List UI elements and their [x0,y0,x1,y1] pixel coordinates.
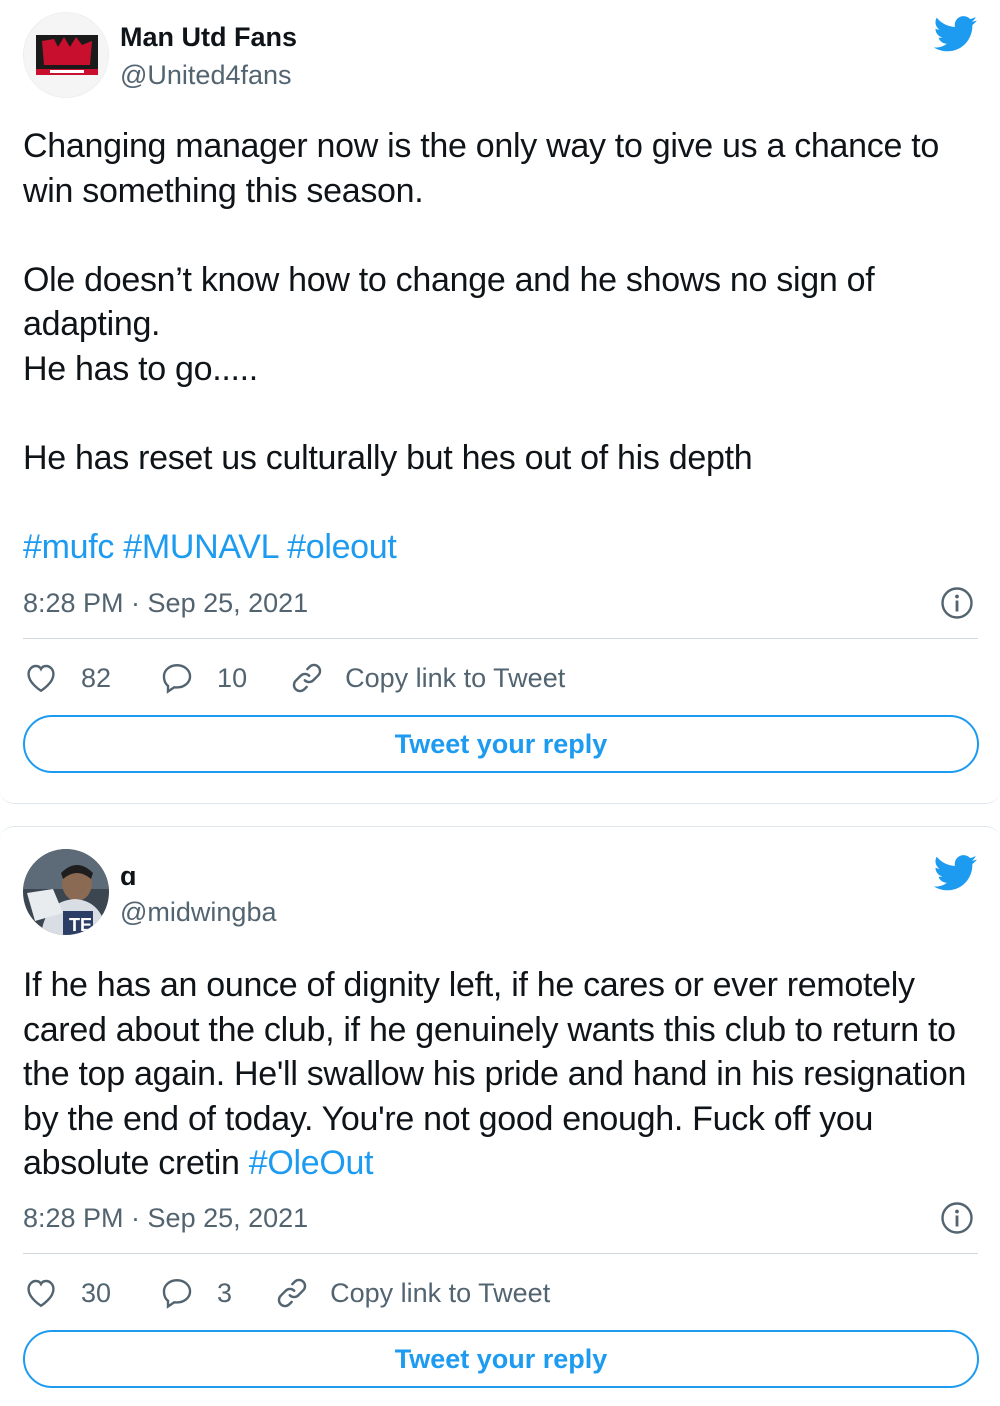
author-name[interactable]: Man Utd Fans [120,22,297,53]
heart-icon [27,1279,55,1308]
divider [23,1253,978,1254]
action-bar: 82 10 Copy link to Tweet [23,658,565,698]
copy-link-button[interactable]: Copy link to Tweet [274,1275,550,1311]
like-count: 30 [81,1277,112,1308]
tweet-body: If he has an ounce of dignity left, if h… [23,966,967,1182]
tweet-text: Changing manager now is the only way to … [23,124,978,569]
reply-count-button[interactable]: 10 [159,660,247,696]
speech-bubble-icon [162,664,192,694]
link-icon [277,1278,307,1308]
like-count: 82 [81,662,112,693]
info-icon[interactable] [940,586,974,620]
hashtag-link[interactable]: #OleOut [249,1144,374,1182]
avatar[interactable]: TE [23,849,109,935]
reply-count-button[interactable]: 3 [159,1275,232,1311]
copy-link-label: Copy link to Tweet [330,1277,551,1308]
author-handle[interactable]: @United4fans [120,60,292,91]
copy-link-label: Copy link to Tweet [345,662,566,693]
tweet-your-reply-button[interactable]: Tweet your reply [23,1330,979,1388]
reply-count: 10 [217,662,248,693]
tweet-body: Changing manager now is the only way to … [23,127,939,477]
tweet-text: If he has an ounce of dignity left, if h… [23,963,978,1186]
timestamp[interactable]: 8:28 PM · Sep 25, 2021 [23,1203,308,1234]
like-button[interactable]: 82 [23,660,111,696]
like-button[interactable]: 30 [23,1275,111,1311]
tweet-card: Man Utd Fans @United4fans Changing manag… [0,0,1000,804]
twitter-bird-icon[interactable] [934,16,978,52]
avatar[interactable] [23,12,109,98]
author-handle[interactable]: @midwingba [120,897,276,928]
copy-link-button[interactable]: Copy link to Tweet [289,660,565,696]
author-name[interactable]: ɑ [120,861,137,892]
reply-count: 3 [217,1277,233,1308]
svg-text:TE: TE [69,915,92,935]
action-bar: 30 3 Copy link to Tweet [23,1273,550,1313]
tweet-card: TE ɑ @midwingba If he has an ounce of di… [0,826,1000,1406]
twitter-bird-icon[interactable] [934,855,978,891]
speech-bubble-icon [162,1279,192,1309]
timestamp[interactable]: 8:28 PM · Sep 25, 2021 [23,588,308,619]
info-icon[interactable] [940,1201,974,1235]
link-icon [292,663,322,693]
tweet-your-reply-button[interactable]: Tweet your reply [23,715,979,773]
divider [23,638,978,639]
heart-icon [27,664,55,693]
hashtag-links[interactable]: #mufc #MUNAVL #oleout [23,528,397,566]
